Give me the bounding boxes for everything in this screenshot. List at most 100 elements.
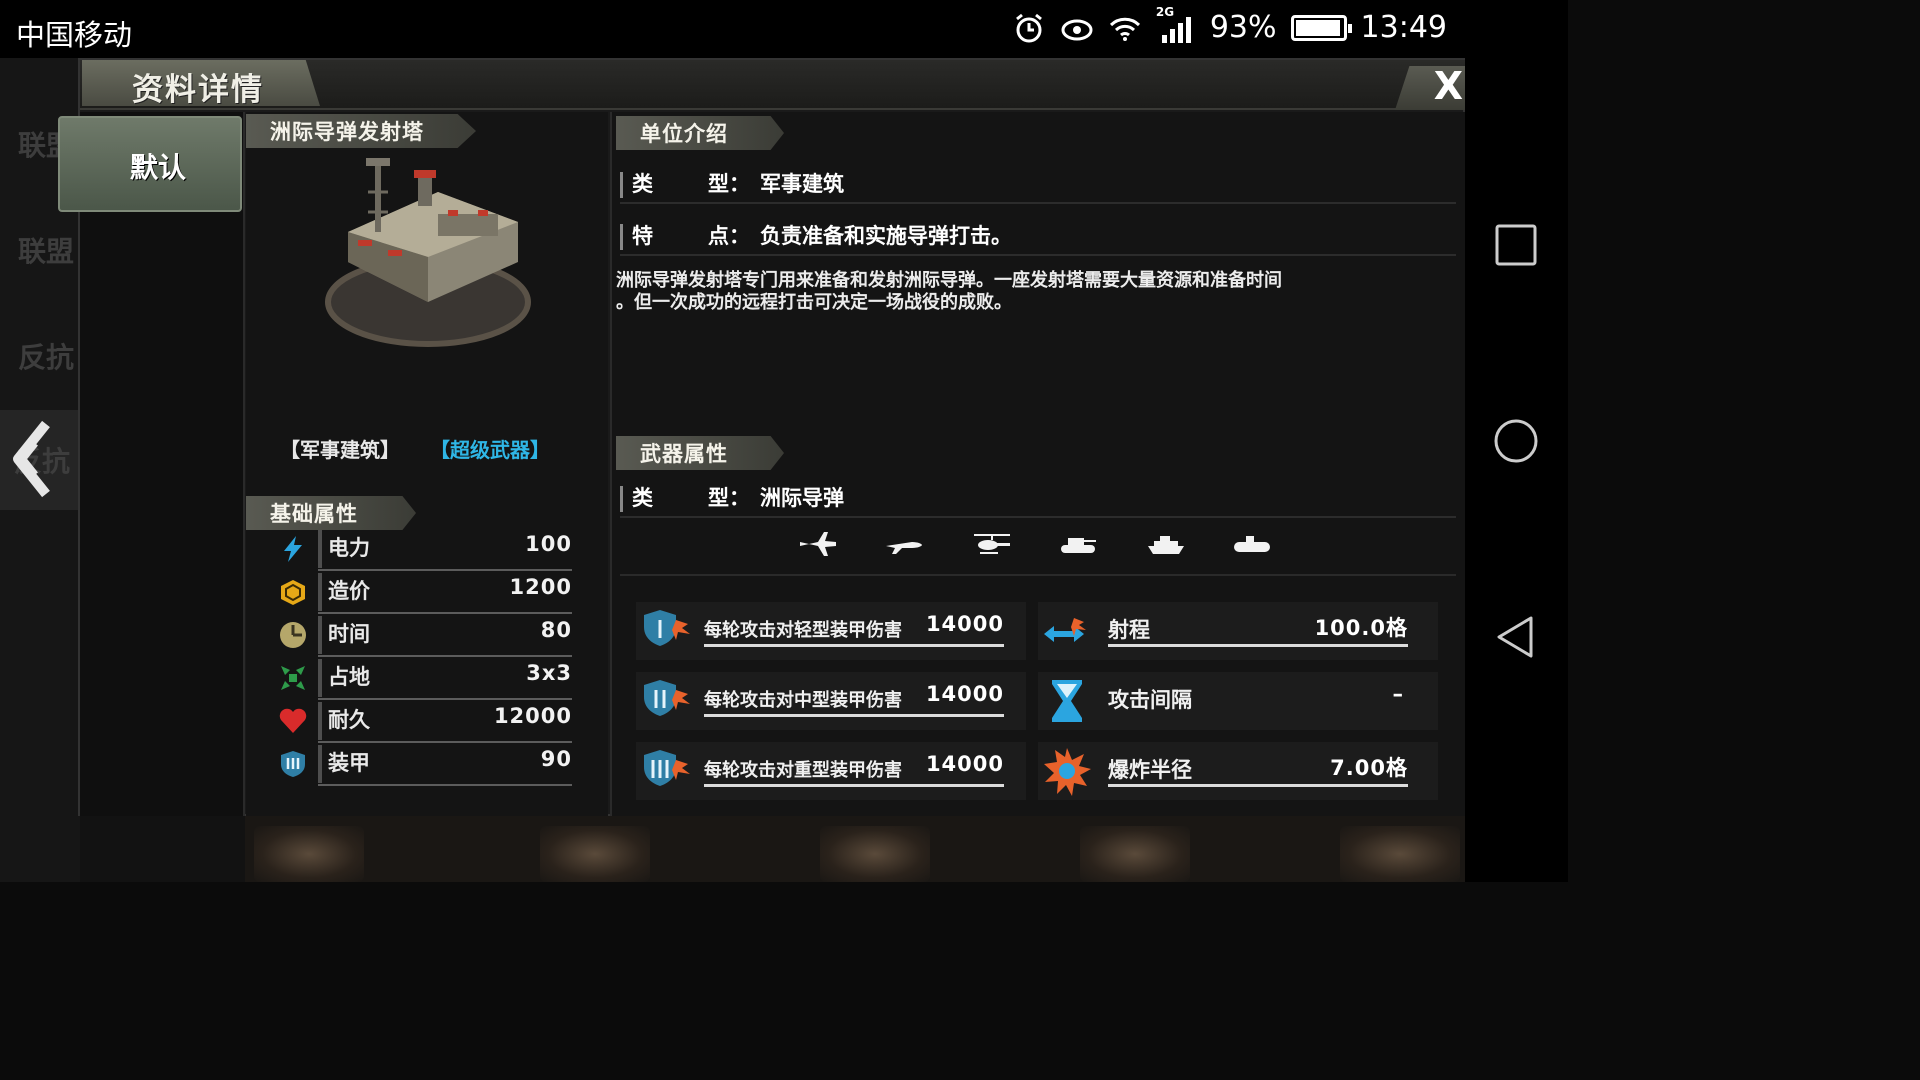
ship-icon [1148,536,1184,554]
type-key-a: 类 [632,172,653,196]
stat-underline [1108,784,1408,787]
stat-underline [1108,644,1408,647]
unit-description: 洲际导弹发射塔专门用来准备和发射洲际导弹。一座发射塔需要大量资源和准备时间 。但… [616,270,1452,314]
jet-fighter-icon [800,532,836,556]
light-armor-damage-icon [644,610,690,646]
carrier-name: 中国移动 [16,18,133,52]
attr-row-power: 电力 100 [278,528,572,571]
attr-label: 时间 [328,622,370,646]
expand-arrows-icon [281,666,305,690]
icbm-silo-image [325,158,531,347]
target-types [612,524,1465,568]
unit-details: 单位介绍 类 型： 军事建筑 特 点： 负责准备和实施导弹打击。 洲际导弹发射塔… [610,112,1465,816]
attr-label: 造价 [328,579,370,603]
lightning-icon [284,536,302,562]
feature-key-b: 点： [708,224,750,248]
signal-indicator: 2G [1156,5,1196,45]
weapon-attributes-header: 武器属性 [616,436,784,470]
close-icon: X [1433,64,1463,108]
attr-value: 100 [525,532,572,556]
unit-feature-value: 负责准备和实施导弹打击。 [760,224,1012,248]
clock-time: 13:49 [1360,10,1447,45]
feature-key-a: 特 [632,224,653,248]
panel-header: 资料详情 X [80,60,1465,110]
attr-value: 1200 [509,575,572,599]
stat-value: – [1392,682,1404,706]
stat-underline [704,644,1004,647]
attr-divider [318,530,322,568]
unit-thumbnail[interactable] [1080,826,1190,882]
tab-default-label: 默认 [130,151,187,184]
stat-underline [704,784,1004,787]
heavy-armor-damage-icon [644,750,690,786]
stat-label: 攻击间隔 [1108,688,1192,712]
attr-label: 电力 [328,536,370,560]
unit-name-header: 洲际导弹发射塔 [246,114,476,148]
range-arrows-icon [1044,618,1086,642]
unit-thumbnail[interactable] [254,826,364,882]
attr-value: 90 [540,747,572,771]
tag-military-building: 【军事建筑】 [280,438,400,462]
home-button[interactable] [1493,418,1539,464]
description-line: 洲际导弹发射塔专门用来准备和发射洲际导弹。一座发射塔需要大量资源和准备时间 [616,270,1282,291]
battery-percent: 93% [1209,10,1277,45]
collapse-arrow[interactable]: 反抗 [0,410,80,510]
attr-row-armor: 装甲 90 [278,743,572,786]
damage-value: 14000 [925,752,1004,776]
weapon-type-key-a: 类 [632,486,653,510]
chevron-left-icon [13,420,50,498]
cube-icon [281,580,305,605]
unit-thumbnail[interactable] [820,826,930,882]
unit-intro-header: 单位介绍 [616,116,784,150]
line-marker [620,224,623,250]
stat-underline [704,714,1004,717]
bg-tab-alliance-2[interactable]: 联盟 [18,230,74,270]
status-icons: 2G 93% 13:49 [1012,5,1447,45]
recent-apps-button[interactable] [1493,222,1539,268]
back-button[interactable] [1493,614,1539,660]
hourglass-icon [1052,680,1082,722]
basic-attributes-title: 基础属性 [270,502,358,526]
armor-shield-icon [281,751,305,777]
attr-value: 12000 [493,704,572,728]
attr-label: 耐久 [328,708,370,732]
damage-label: 每轮攻击对重型装甲伤害 [704,760,902,781]
game-screen: 联盟 联盟 反抗 反抗 资料详情 X 默认 洲际导弹发射塔 【军事建筑】 【超级… [0,58,1465,882]
stat-value: 100.0格 [1314,616,1408,640]
heart-icon [279,708,307,733]
unit-feature-line: 特 点： 负责准备和实施导弹打击。 [620,212,1456,256]
unit-thumbnail[interactable] [540,826,650,882]
basic-attributes-header: 基础属性 [246,496,416,530]
attr-value: 80 [540,618,572,642]
side-tab-column: 默认 [58,112,245,816]
attr-divider [318,702,322,740]
bg-tab-resistance-1[interactable]: 反抗 [18,336,74,376]
damage-value: 14000 [925,612,1004,636]
damage-row-heavy: 每轮攻击对重型装甲伤害 14000 [636,742,1026,800]
battery-icon [1290,14,1352,41]
stat-row-blast-radius: 爆炸半径 7.00格 [1038,742,1438,800]
attr-row-durability: 耐久 12000 [278,700,572,743]
details-panel: 资料详情 X 默认 洲际导弹发射塔 【军事建筑】 【超级武器】 基础属性 电力 … [58,58,1465,816]
attr-label: 占地 [328,665,370,689]
weapon-type-line: 类 型： 洲际导弹 [620,474,1456,518]
android-nav-bar [1465,0,1568,882]
attr-row-cost: 造价 1200 [278,571,572,614]
description-line: 。但一次成功的远程打击可决定一场战役的成败。 [616,292,1012,313]
attr-divider [318,573,322,611]
medium-armor-damage-icon [644,680,690,716]
line-marker [620,172,623,198]
weapon-type-key-b: 型： [708,486,750,510]
alarm-icon [1015,13,1042,42]
panel-title: 资料详情 [132,72,264,108]
attr-underline [318,784,572,786]
type-key-b: 型： [708,172,750,196]
network-type: 2G [1155,4,1175,19]
weapon-attributes-title: 武器属性 [640,442,728,466]
tab-default[interactable]: 默认 [58,116,242,212]
unit-thumbnail[interactable] [1340,826,1460,882]
line-marker [620,486,623,512]
weapon-type-value: 洲际导弹 [760,486,844,510]
unit-type-value: 军事建筑 [760,172,844,196]
close-button[interactable]: X [1395,66,1465,110]
